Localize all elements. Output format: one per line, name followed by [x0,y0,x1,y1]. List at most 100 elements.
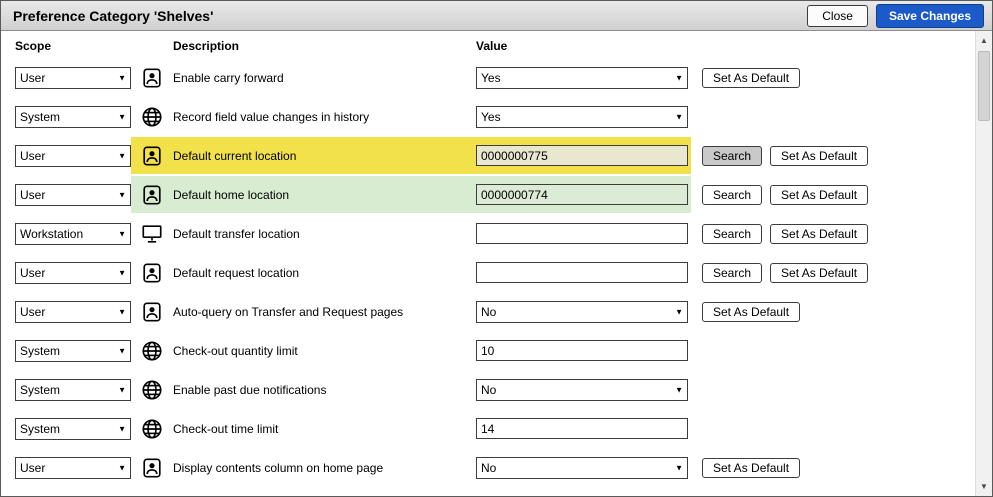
row-buttons: Search Set As Default [702,185,868,205]
preference-row: User ▼ Display contents column on home p… [1,448,992,487]
scope-select-wrap: System ▼ [15,106,131,128]
rows-container: User ▼ Enable carry forward Yes▼ Set As … [1,58,992,487]
value-select[interactable]: No [476,301,688,323]
value-slot: Yes▼ [476,106,688,128]
value-select-wrap: Yes▼ [476,67,688,89]
scope-select[interactable]: User [15,145,131,167]
scope-select[interactable]: User [15,184,131,206]
value-select[interactable]: Yes [476,106,688,128]
preference-row: System ▼ Enable past due notifications N… [1,370,992,409]
preference-description: Record field value changes in history [173,110,476,124]
scope-select-wrap: User ▼ [15,301,131,323]
dialog-header: Preference Category 'Shelves' Close Save… [1,1,992,31]
scope-select[interactable]: User [15,457,131,479]
value-slot [476,145,688,166]
scope-select[interactable]: System [15,379,131,401]
search-button[interactable]: Search [702,185,762,205]
row-buttons: Set As Default [702,458,800,478]
value-select[interactable]: No [476,379,688,401]
scope-select-wrap: User ▼ [15,184,131,206]
preference-description: Default request location [173,266,476,280]
preference-description: Enable past due notifications [173,383,476,397]
set-as-default-button[interactable]: Set As Default [770,185,868,205]
row-buttons: Set As Default [702,302,800,322]
scope-select-wrap: System ▼ [15,340,131,362]
value-input[interactable] [476,184,688,205]
value-select[interactable]: Yes [476,67,688,89]
user-badge-icon [139,67,165,89]
user-badge-icon [139,262,165,284]
scrollbar-thumb[interactable] [978,51,990,121]
scrollbar-down-icon[interactable]: ▼ [976,478,992,495]
preference-description: Check-out quantity limit [173,344,476,358]
set-as-default-button[interactable]: Set As Default [702,302,800,322]
preference-row: Workstation ▼ Default transfer location … [1,214,992,253]
column-header-description: Description [173,39,476,53]
preference-description: Display contents column on home page [173,461,476,475]
value-slot [476,262,688,283]
value-input[interactable] [476,340,688,361]
workstation-icon [139,223,165,245]
set-as-default-button[interactable]: Set As Default [702,68,800,88]
preference-description: Auto-query on Transfer and Request pages [173,305,476,319]
scrollbar[interactable]: ▲ ▼ [975,31,992,496]
preference-row: System ▼ Record field value changes in h… [1,97,992,136]
search-button[interactable]: Search [702,263,762,283]
column-header-scope: Scope [15,39,173,53]
globe-icon [139,418,165,440]
save-changes-button[interactable]: Save Changes [876,4,984,28]
scope-select[interactable]: User [15,301,131,323]
scrollbar-up-icon[interactable]: ▲ [976,32,992,49]
scope-select[interactable]: Workstation [15,223,131,245]
value-select-wrap: No▼ [476,379,688,401]
user-badge-icon [139,457,165,479]
scope-select[interactable]: System [15,340,131,362]
globe-icon [139,340,165,362]
value-slot: No▼ [476,301,688,323]
scope-select[interactable]: System [15,418,131,440]
scope-select[interactable]: User [15,262,131,284]
set-as-default-button[interactable]: Set As Default [770,263,868,283]
preference-row: System ▼ Check-out quantity limit [1,331,992,370]
preference-row: User ▼ Default home location Search Set A… [1,175,992,214]
user-badge-icon [139,301,165,323]
set-as-default-button[interactable]: Set As Default [770,146,868,166]
value-slot: No▼ [476,457,688,479]
preference-description: Default home location [173,188,476,202]
value-input[interactable] [476,418,688,439]
value-slot [476,223,688,244]
search-button[interactable]: Search [702,224,762,244]
scope-select[interactable]: System [15,106,131,128]
page-title: Preference Category 'Shelves' [9,8,213,24]
preference-description: Check-out time limit [173,422,476,436]
scope-select-wrap: User ▼ [15,67,131,89]
preference-description: Default transfer location [173,227,476,241]
globe-icon [139,379,165,401]
preference-description: Default current location [173,149,476,163]
globe-icon [139,106,165,128]
row-buttons: Set As Default [702,68,800,88]
set-as-default-button[interactable]: Set As Default [702,458,800,478]
value-select-wrap: No▼ [476,301,688,323]
value-input[interactable] [476,223,688,244]
preference-row: User ▼ Auto-query on Transfer and Reques… [1,292,992,331]
row-buttons: Search Set As Default [702,224,868,244]
preference-row: User ▼ Default request location SearchSe… [1,253,992,292]
search-button[interactable]: Search [702,146,762,166]
scope-select[interactable]: User [15,67,131,89]
scope-select-wrap: System ▼ [15,418,131,440]
row-buttons: Search Set As Default [702,146,868,166]
value-input[interactable] [476,145,688,166]
user-badge-icon [139,184,165,206]
preference-row: User ▼ Enable carry forward Yes▼ Set As … [1,58,992,97]
value-slot: Yes▼ [476,67,688,89]
value-select-wrap: Yes▼ [476,106,688,128]
set-as-default-button[interactable]: Set As Default [770,224,868,244]
column-header-value: Value [476,39,507,53]
value-select[interactable]: No [476,457,688,479]
value-input[interactable] [476,262,688,283]
preference-row: System ▼ Check-out time limit [1,409,992,448]
scope-select-wrap: System ▼ [15,379,131,401]
close-button[interactable]: Close [807,5,868,27]
preference-panel: Scope Description Value User ▼ Enable ca… [1,31,992,496]
